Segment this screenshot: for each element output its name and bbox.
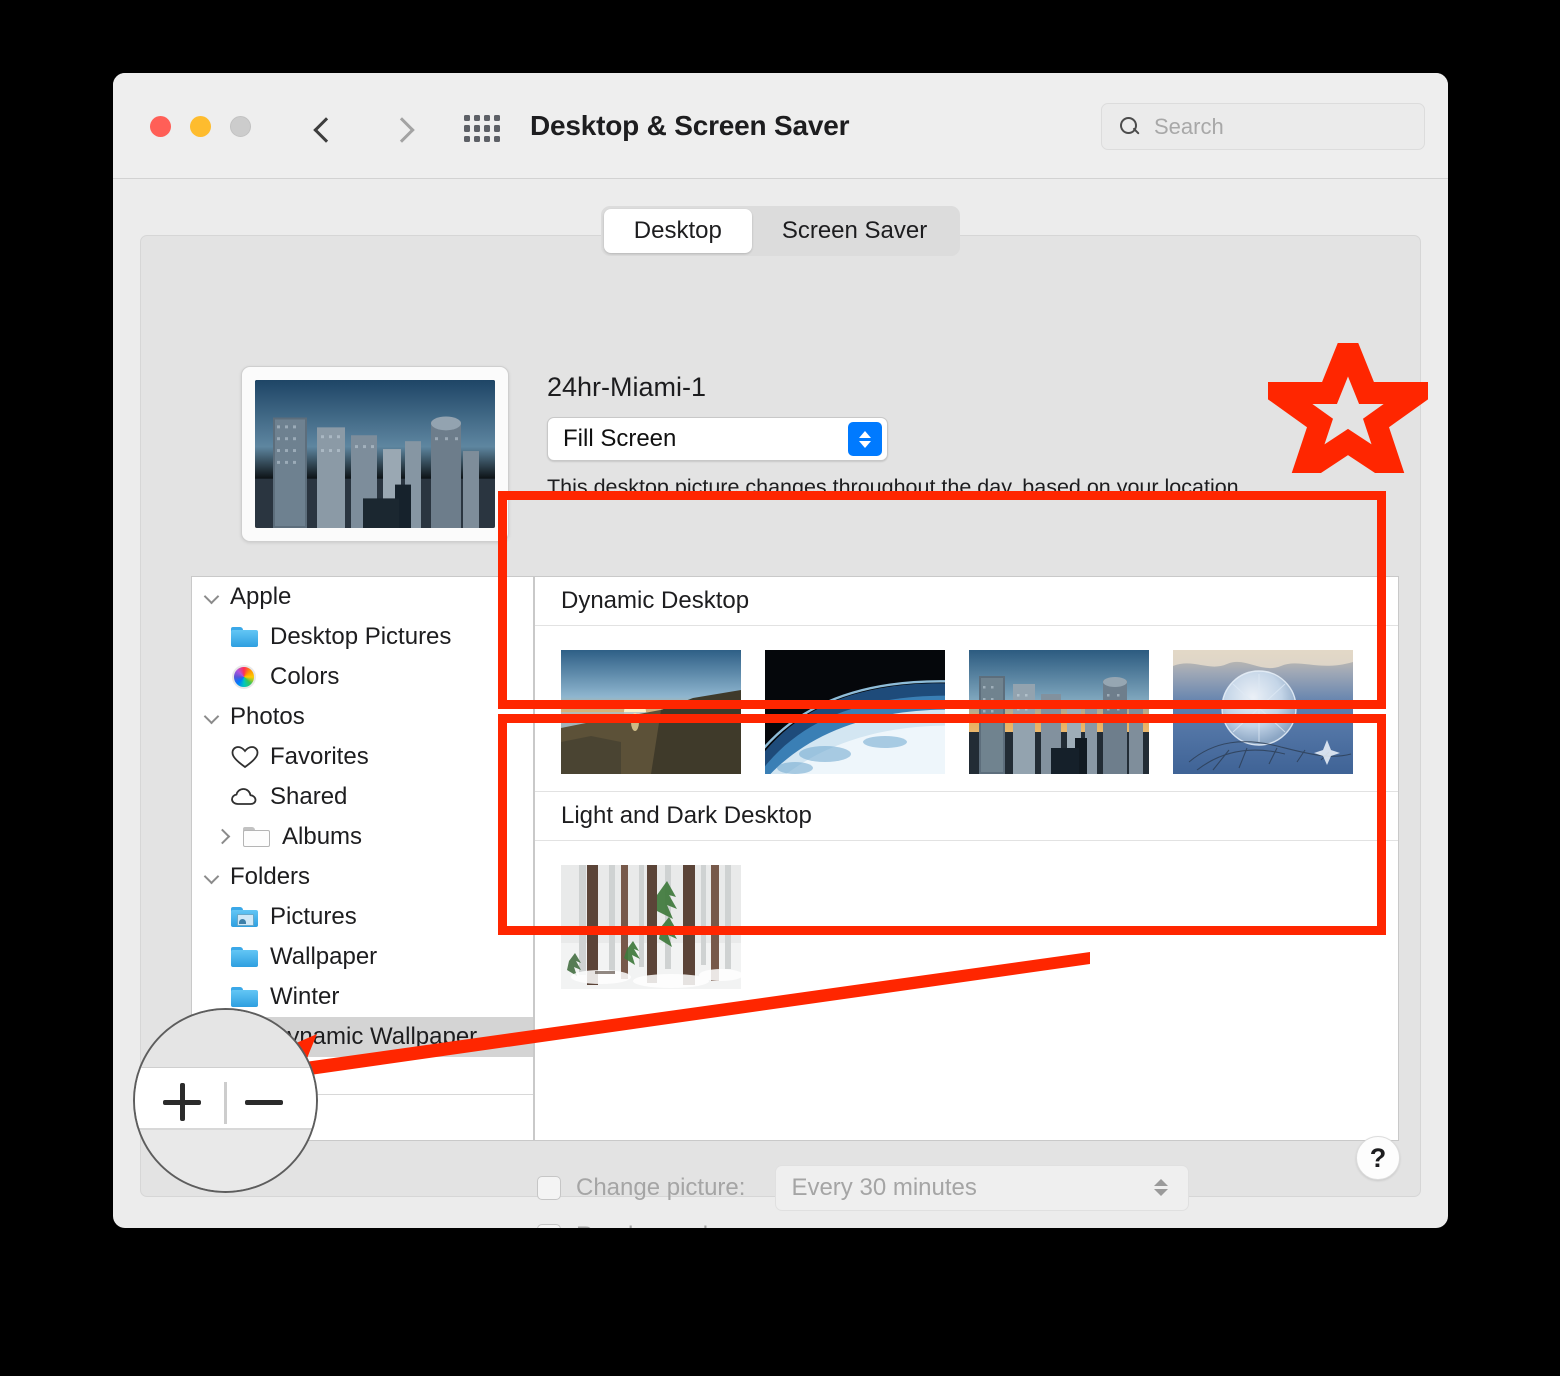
change-interval-select[interactable]: Every 30 minutes: [775, 1165, 1190, 1211]
window-controls: [150, 116, 251, 137]
sidebar-item-label: Colors: [270, 663, 340, 690]
sidebar-item-label: Desktop Pictures: [270, 623, 452, 650]
minimize-button[interactable]: [190, 116, 211, 137]
wallpaper-thumbnail[interactable]: [561, 650, 741, 774]
heart-icon: [230, 744, 260, 770]
sidebar-group-photos[interactable]: Photos: [192, 697, 533, 737]
sidebar-item-albums[interactable]: Albums: [192, 817, 533, 857]
fit-mode-value: Fill Screen: [563, 425, 677, 452]
wallpaper-thumbnail[interactable]: [765, 650, 945, 774]
search-icon: [1119, 116, 1141, 138]
close-button[interactable]: [150, 116, 171, 137]
sidebar-item-desktop-pictures[interactable]: Desktop Pictures: [192, 617, 533, 657]
magnified-plus-icon: [163, 1083, 201, 1121]
bottom-controls: Change picture: Every 30 minutes Random …: [537, 1164, 1190, 1228]
sidebar-item-label: Pictures: [270, 903, 357, 930]
chevron-right-icon[interactable]: [214, 826, 236, 848]
sidebar-item-favorites[interactable]: Favorites: [192, 737, 533, 777]
show-all-grid-icon[interactable]: [464, 115, 500, 142]
annotation-star-icon: [1243, 317, 1453, 498]
change-picture-label: Change picture:: [576, 1174, 746, 1201]
help-button[interactable]: ?: [1356, 1136, 1400, 1180]
search-field[interactable]: [1101, 103, 1425, 150]
sidebar-item-label: Shared: [270, 783, 348, 810]
chevron-down-icon[interactable]: [202, 706, 224, 728]
sidebar-item-label: Favorites: [270, 743, 369, 770]
random-order-checkbox[interactable]: [537, 1224, 561, 1228]
sidebar-item-label: Apple: [230, 583, 292, 610]
tab-bar: Desktop Screen Saver: [113, 206, 1448, 256]
wallpaper-thumbnail[interactable]: [1173, 650, 1353, 774]
window-titlebar: Desktop & Screen Saver: [113, 73, 1448, 179]
sidebar-item-label: Folders: [230, 863, 311, 890]
chevron-down-icon[interactable]: [202, 866, 224, 888]
annotation-arrow-icon: [185, 950, 1105, 1129]
forward-arrow-icon[interactable]: [385, 111, 419, 145]
wallpaper-thumbnail[interactable]: [969, 650, 1149, 774]
change-interval-value: Every 30 minutes: [791, 1174, 977, 1201]
section-dynamic-desktop: Dynamic Desktop: [535, 577, 1398, 791]
sidebar-item-pictures[interactable]: Pictures: [192, 897, 533, 937]
chevron-down-icon[interactable]: [202, 586, 224, 608]
color-wheel-icon: [230, 664, 260, 690]
section-header: Dynamic Desktop: [535, 577, 1398, 626]
cloud-icon: [230, 784, 260, 810]
wallpaper-name: 24hr-Miami-1: [547, 372, 707, 402]
chevron-updown-icon[interactable]: [848, 422, 882, 456]
change-picture-row: Change picture: Every 30 minutes: [537, 1164, 1190, 1212]
page-title: Desktop & Screen Saver: [530, 110, 850, 141]
random-order-label: Random order: [576, 1222, 729, 1228]
section-thumbnails: [535, 626, 1398, 774]
zoom-button[interactable]: [230, 116, 251, 137]
section-header: Light and Dark Desktop: [535, 792, 1398, 841]
sidebar-item-colors[interactable]: Colors: [192, 657, 533, 697]
sidebar-item-shared[interactable]: Shared: [192, 777, 533, 817]
gray-folder-icon: [242, 824, 272, 850]
fit-mode-select[interactable]: Fill Screen: [547, 417, 888, 461]
back-arrow-icon[interactable]: [309, 111, 343, 145]
tab-screen-saver[interactable]: Screen Saver: [752, 209, 957, 253]
blue-folder-icon: [230, 624, 260, 650]
preview-image: [255, 380, 495, 528]
sidebar-item-label: Albums: [282, 823, 363, 850]
wallpaper-info: 24hr-Miami-1 Fill Screen This desktop pi…: [547, 372, 1307, 500]
random-order-row: Random order: [537, 1212, 1189, 1228]
annotation-magnifier-circle: [133, 1008, 318, 1193]
current-wallpaper-preview[interactable]: [241, 366, 509, 542]
wallpaper-description: This desktop picture changes throughout …: [547, 475, 1245, 499]
sidebar-group-apple[interactable]: Apple: [192, 577, 533, 617]
blue-folder-picture-icon: [230, 904, 260, 930]
sidebar-group-folders[interactable]: Folders: [192, 857, 533, 897]
sidebar-item-label: Photos: [230, 703, 305, 730]
magnified-minus-icon: [245, 1083, 283, 1121]
change-picture-checkbox[interactable]: [537, 1176, 561, 1200]
chevron-updown-icon[interactable]: [1144, 1170, 1178, 1204]
screenshot-root: Desktop & Screen Saver Desktop Screen Sa…: [0, 0, 1560, 1376]
tab-desktop[interactable]: Desktop: [603, 209, 752, 253]
search-input[interactable]: [1152, 112, 1396, 141]
